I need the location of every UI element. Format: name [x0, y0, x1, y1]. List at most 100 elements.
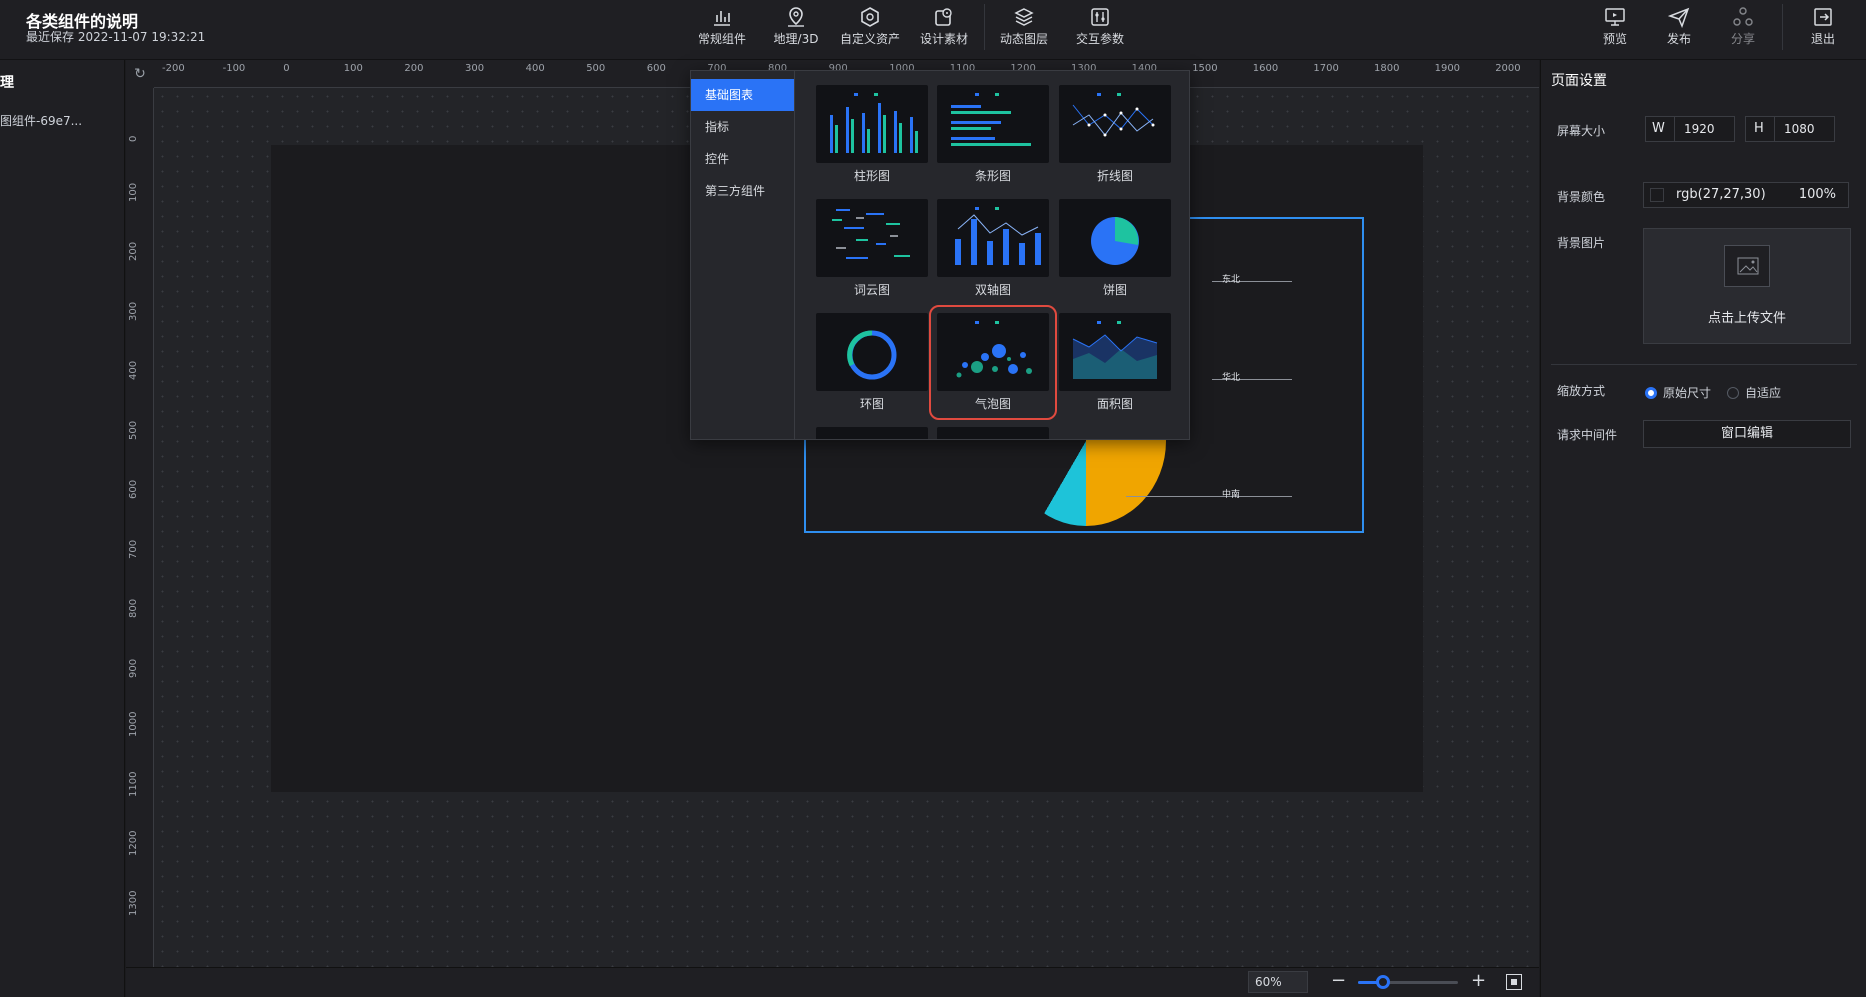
ruler-tick-label: 1700	[1313, 63, 1339, 74]
ruler-tick-label: 1800	[1374, 63, 1400, 74]
upload-area[interactable]: 点击上传文件	[1643, 228, 1851, 344]
scale-original-radio[interactable]: 原始尺寸	[1645, 384, 1711, 401]
toolbar-label: 交互参数	[1075, 32, 1124, 46]
fit-screen-icon[interactable]	[1506, 974, 1522, 990]
ruler-tick-label: 1500	[1192, 63, 1218, 74]
toolbar-geo-3d-button[interactable]: 地理/3D	[770, 6, 822, 52]
last-saved-text: 最近保存 2022-11-07 19:32:21	[26, 30, 206, 44]
category-indicators[interactable]: 指标	[691, 111, 794, 143]
bubble-chart-thumbnail	[937, 313, 1049, 391]
chart-card-label: 面积图	[1096, 397, 1133, 411]
vertical-ruler: 0 100 200 300 400 500 600 700 800 900 1000 1100 1200…	[126, 88, 154, 967]
pie-label: 东北	[1222, 275, 1241, 285]
height-prefix: H	[1754, 121, 1764, 136]
chart-card-word-cloud[interactable]: 词云图	[816, 199, 928, 298]
zoom-slider[interactable]	[1358, 981, 1458, 984]
ruler-tick-label: 300	[465, 63, 485, 74]
map-pin-icon	[788, 7, 804, 27]
toolbar-interaction-params-button[interactable]: 交互参数	[1072, 6, 1128, 52]
height-value: 1080	[1784, 122, 1815, 136]
ruler-tick-label: 1100	[128, 771, 139, 797]
chart-card-line[interactable]: 折线图	[1059, 85, 1171, 184]
toolbar-label: 设计素材	[919, 32, 968, 46]
middleware-label: 请求中间件	[1557, 428, 1618, 442]
layer-item[interactable]: 图组件-69e7...	[0, 112, 82, 129]
layer-panel-title: 理	[0, 75, 14, 91]
ruler-tick-label: 900	[128, 658, 139, 678]
share-button[interactable]: 分享	[1726, 6, 1760, 52]
line-chart-thumbnail	[1059, 85, 1171, 163]
ruler-tick-label: -100	[222, 63, 246, 74]
action-label: 分享	[1730, 32, 1755, 46]
chart-card-label: 词云图	[853, 283, 890, 297]
panel-divider	[1551, 364, 1857, 365]
chart-card-label: 环图	[859, 397, 884, 411]
chart-card-bubble[interactable]: 气泡图	[929, 305, 1057, 420]
toolbar-label: 地理/3D	[773, 32, 819, 46]
window-edit-button[interactable]: 窗口编辑	[1643, 420, 1851, 448]
zoom-input[interactable]: 60%	[1248, 971, 1308, 993]
toolbar-label: 自定义资产	[839, 32, 900, 46]
ruler-tick-label: 1300	[128, 890, 139, 916]
toolbar-label: 动态图层	[999, 32, 1048, 46]
publish-button[interactable]: 发布	[1662, 6, 1696, 52]
ruler-tick-label: 600	[646, 63, 666, 74]
ruler-tick-label: 200	[404, 63, 424, 74]
exit-button[interactable]: 退出	[1806, 6, 1840, 52]
toolbar-design-material-button[interactable]: 设计素材	[916, 6, 972, 52]
chart-card-partial	[937, 427, 1049, 439]
dual-axis-thumbnail	[937, 199, 1049, 277]
preview-button[interactable]: 预览	[1598, 6, 1632, 52]
sliders-icon	[1091, 8, 1109, 26]
chart-card-pie[interactable]: 饼图	[1059, 199, 1171, 298]
scale-adaptive-radio[interactable]: 自适应	[1727, 384, 1781, 401]
component-picker: 基础图表 指标 控件 第三方组件 柱形图 条形图 折线图 词云图 双轴图 饼图 …	[690, 70, 1190, 440]
toolbar-dynamic-layers-button[interactable]: 动态图层	[996, 6, 1052, 52]
width-field[interactable]: W 1920	[1645, 116, 1735, 142]
category-controls[interactable]: 控件	[691, 143, 794, 175]
zoom-out-icon[interactable]: −	[1331, 970, 1346, 991]
chart-card-ring[interactable]: 环图	[816, 313, 928, 412]
scale-mode-label: 缩放方式	[1557, 384, 1606, 398]
chart-card-dual-axis[interactable]: 双轴图	[937, 199, 1049, 298]
ruler-tick-label: 0	[283, 63, 290, 74]
zoom-in-icon[interactable]: +	[1471, 970, 1486, 991]
pie-chart-thumbnail	[1059, 199, 1171, 277]
send-icon	[1668, 7, 1690, 28]
panel-title: 页面设置	[1551, 73, 1607, 89]
width-value: 1920	[1684, 122, 1715, 136]
toolbar-regular-components-button[interactable]: 常规组件	[696, 6, 748, 52]
chart-card-bar[interactable]: 条形图	[937, 85, 1049, 184]
exit-icon	[1814, 8, 1832, 26]
material-icon	[935, 8, 952, 26]
ruler-tick-label: 0	[128, 135, 139, 142]
height-field[interactable]: H 1080	[1745, 116, 1835, 142]
zoom-slider-handle[interactable]	[1376, 975, 1390, 989]
chart-card-column[interactable]: 柱形图	[816, 85, 928, 184]
upload-label: 点击上传文件	[1707, 311, 1786, 326]
category-basic-charts[interactable]: 基础图表	[691, 79, 794, 111]
refresh-icon[interactable]: ↻	[126, 60, 154, 88]
color-swatch[interactable]	[1650, 188, 1664, 202]
action-label: 退出	[1810, 32, 1835, 46]
top-bar: 各类组件的说明 最近保存 2022-11-07 19:32:21 常规组件 地理…	[0, 0, 1866, 60]
share-icon	[1733, 7, 1753, 26]
ruler-tick-label: 500	[586, 63, 606, 74]
bg-color-field[interactable]: rgb(27,27,30) 100%	[1643, 182, 1849, 208]
chart-card-area[interactable]: 面积图	[1059, 313, 1171, 412]
ruler-tick-label: 400	[525, 63, 545, 74]
chart-card-label: 折线图	[1096, 169, 1133, 183]
monitor-icon	[1605, 8, 1625, 26]
ruler-tick-label: 1200	[128, 830, 139, 856]
chart-card-partial	[816, 427, 928, 439]
ruler-tick-label: 400	[128, 360, 139, 380]
bg-color-label: 背景颜色	[1557, 190, 1606, 204]
page-settings-panel: 页面设置 屏幕大小 W 1920 H 1080 背景颜色 rgb(27,27,3…	[1540, 60, 1866, 997]
category-third-party[interactable]: 第三方组件	[691, 175, 794, 207]
layers-icon	[1014, 8, 1034, 26]
ruler-tick-label: 1000	[128, 711, 139, 737]
ruler-tick-label: 1900	[1434, 63, 1461, 74]
toolbar-custom-assets-button[interactable]: 自定义资产	[838, 6, 902, 52]
hexagon-icon	[861, 7, 879, 27]
ruler-tick-label: 700	[128, 539, 139, 559]
